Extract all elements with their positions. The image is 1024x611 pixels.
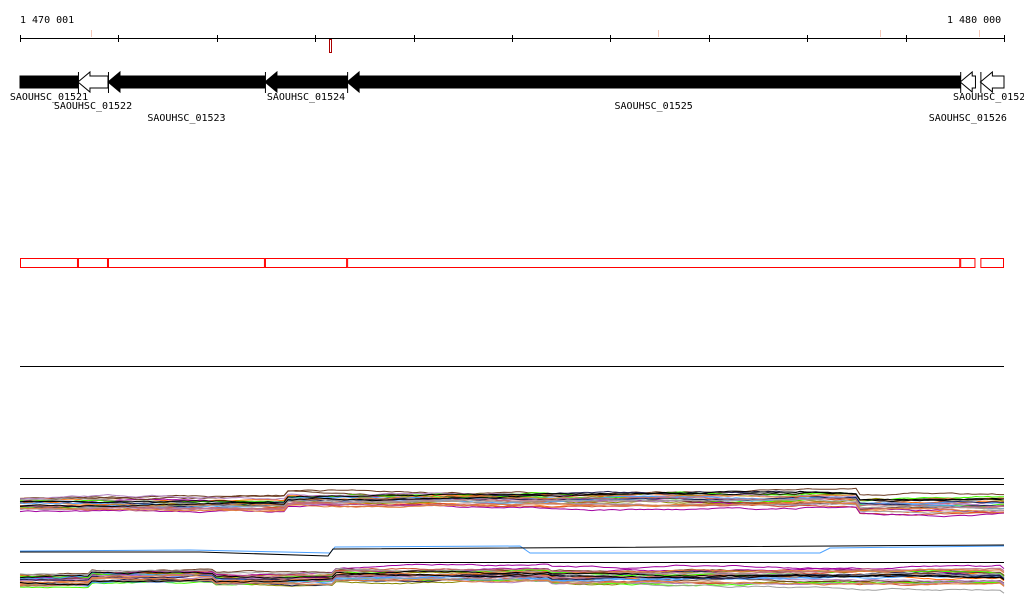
gene-SAOUHSC_01525[interactable]: SAOUHSC_01525	[346, 70, 961, 112]
ruler-end-label: 1 480 000	[947, 15, 1001, 26]
gene-label: SAOUHSC_01523	[147, 113, 225, 124]
gene-label: SAOUHSC_01527	[953, 92, 1024, 103]
ruler-start-label: 1 470 001	[20, 15, 74, 26]
gene-SAOUHSC_01524[interactable]: SAOUHSC_01524	[264, 70, 348, 103]
feature-box[interactable]	[980, 258, 1005, 268]
gene-arrow[interactable]	[959, 70, 976, 94]
feature-box-track	[20, 258, 1005, 268]
genome-browser-view: 1 470 001 1 480 000 SAOUHSC_01521SAOUHSC…	[10, 15, 1024, 594]
gene-arrow[interactable]	[107, 70, 266, 94]
marker	[658, 30, 659, 37]
marker	[880, 30, 881, 37]
feature-box[interactable]	[20, 258, 78, 268]
feature-box[interactable]	[77, 258, 108, 268]
coverage-tracks	[19, 487, 1005, 594]
feature-box[interactable]	[264, 258, 348, 268]
feature-box[interactable]	[107, 258, 265, 268]
gene-label: SAOUHSC_01526	[929, 113, 1007, 124]
gene-SAOUHSC_01523[interactable]: SAOUHSC_01523	[107, 70, 266, 124]
gene-SAOUHSC_01527[interactable]: SAOUHSC_01527	[953, 70, 1024, 103]
gene-label: SAOUHSC_01524	[267, 92, 345, 103]
gene-arrow[interactable]	[346, 70, 961, 94]
feature-box[interactable]	[960, 258, 976, 268]
gene-label: SAOUHSC_01522	[54, 101, 132, 112]
gene-arrow[interactable]	[19, 75, 79, 89]
position-ruler[interactable]	[20, 30, 1005, 53]
gene-label: SAOUHSC_01525	[615, 101, 693, 112]
gene-SAOUHSC_01521[interactable]: SAOUHSC_01521	[10, 75, 88, 103]
gene-arrow[interactable]	[264, 70, 348, 94]
gene-track: SAOUHSC_01521SAOUHSC_01522 SAOUHSC_01523 S…	[10, 70, 1024, 124]
marker	[91, 30, 92, 37]
cursor-marker[interactable]	[329, 39, 332, 53]
marker	[979, 30, 980, 37]
feature-box[interactable]	[347, 258, 961, 268]
gene-arrow[interactable]	[77, 70, 109, 94]
gene-arrow[interactable]	[979, 70, 1005, 94]
